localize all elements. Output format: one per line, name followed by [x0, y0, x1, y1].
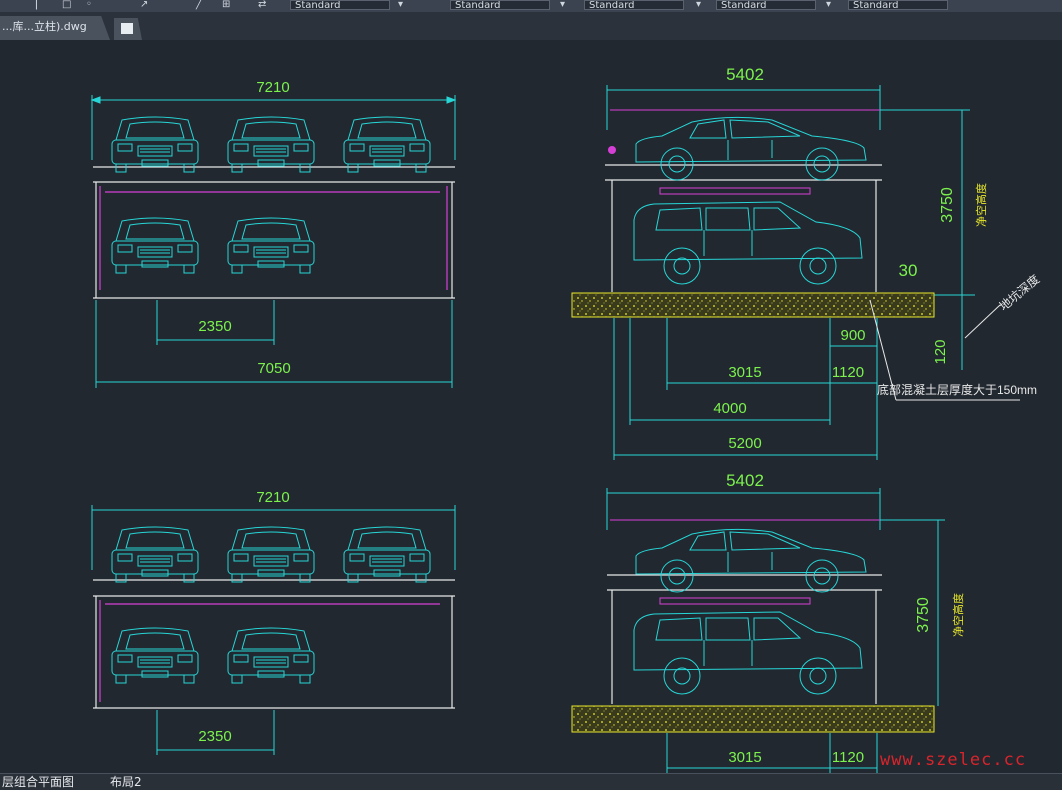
- section-bottom-height-label: 3750: [915, 597, 932, 633]
- style-icon-2[interactable]: ▾: [560, 0, 572, 10]
- section-top-concrete-note: 底部混凝土层厚度大于150mm: [877, 382, 1037, 397]
- section-top: 5402 3750 净空高度 30 120 地坑深度 900 3015 1120…: [571, 65, 1042, 460]
- plan-bottom-spacing-label: 2350: [198, 728, 231, 745]
- mleader-style-combo[interactable]: Standard: [716, 0, 816, 10]
- section-top-pit-note: 地坑深度: [996, 271, 1042, 313]
- section-top-width-label: 5402: [726, 65, 764, 84]
- style-icon-4[interactable]: ▾: [826, 0, 838, 10]
- plan-bottom: 7210 2350: [91, 489, 456, 755]
- plan-top: 7210 2350 7050: [90, 79, 457, 388]
- plan-top-spacing-label: 2350: [198, 318, 231, 335]
- style-icon-1[interactable]: ▾: [398, 0, 410, 10]
- dim-style-value: Standard: [455, 0, 501, 10]
- text-style-value: Standard: [295, 0, 341, 10]
- plan-top-width-label: 7210: [256, 79, 289, 96]
- section-top-pit-small-label: 30: [899, 261, 918, 280]
- section-top-900-label: 900: [840, 327, 865, 344]
- table-style-value: Standard: [589, 0, 635, 10]
- section-bottom-width-label: 5402: [726, 471, 764, 490]
- mleader-style-value: Standard: [721, 0, 767, 10]
- toolbar-icon-5[interactable]: ╱: [196, 0, 208, 10]
- document-tab-bar: ...库...立柱).dwg: [0, 12, 1062, 40]
- toolbar-icon-7[interactable]: ⇄: [258, 0, 270, 10]
- toolbar-icon-6[interactable]: ⊞: [222, 0, 234, 10]
- layer-style-value: Standard: [853, 0, 899, 10]
- text-style-combo[interactable]: Standard: [290, 0, 390, 10]
- watermark: www.szelec.cc: [880, 750, 1027, 770]
- plan-bottom-width-label: 7210: [256, 489, 289, 506]
- dim-style-combo[interactable]: Standard: [450, 0, 550, 10]
- tab-layout2[interactable]: 布局2: [110, 774, 142, 790]
- document-tab-label: ...库...立柱).dwg: [2, 20, 87, 33]
- style-icon-3[interactable]: ▾: [696, 0, 708, 10]
- new-document-tab[interactable]: [114, 18, 142, 40]
- tab-model-layout[interactable]: 层组合平面图: [2, 774, 74, 790]
- section-top-3015-label: 3015: [728, 364, 761, 381]
- toolbar-icon-2[interactable]: □: [62, 0, 74, 10]
- section-top-4000-label: 4000: [713, 400, 746, 417]
- section-top-height-label: 3750: [939, 187, 956, 223]
- section-bottom: 5402 3750 净空高度 3015 1120: [571, 471, 965, 773]
- drawing-canvas[interactable]: 7210 2350 7050 7210 2350 5402 3750 净空高度 …: [0, 40, 1062, 773]
- layout-tab-bar: 层组合平面图 布局2: [0, 773, 1062, 790]
- section-bottom-height-note: 净空高度: [951, 593, 965, 637]
- document-tab[interactable]: ...库...立柱).dwg: [0, 16, 110, 40]
- section-top-5200-label: 5200: [728, 435, 761, 452]
- section-bottom-1120-label: 1120: [832, 749, 864, 766]
- toolbar-icon-4[interactable]: ↗: [140, 0, 152, 10]
- plan-top-base-label: 7050: [257, 360, 290, 377]
- toolbar-icon-1[interactable]: ▏: [36, 0, 48, 10]
- section-top-height-note: 净空高度: [974, 183, 988, 227]
- toolbar-icon-3[interactable]: ◦: [86, 0, 98, 10]
- section-top-1120-label: 1120: [832, 364, 864, 381]
- layer-style-combo[interactable]: Standard: [848, 0, 948, 10]
- table-style-combo[interactable]: Standard: [584, 0, 684, 10]
- new-document-icon: [121, 23, 133, 34]
- section-bottom-3015-label: 3015: [728, 749, 761, 766]
- section-top-pit-depth-label: 120: [932, 339, 949, 364]
